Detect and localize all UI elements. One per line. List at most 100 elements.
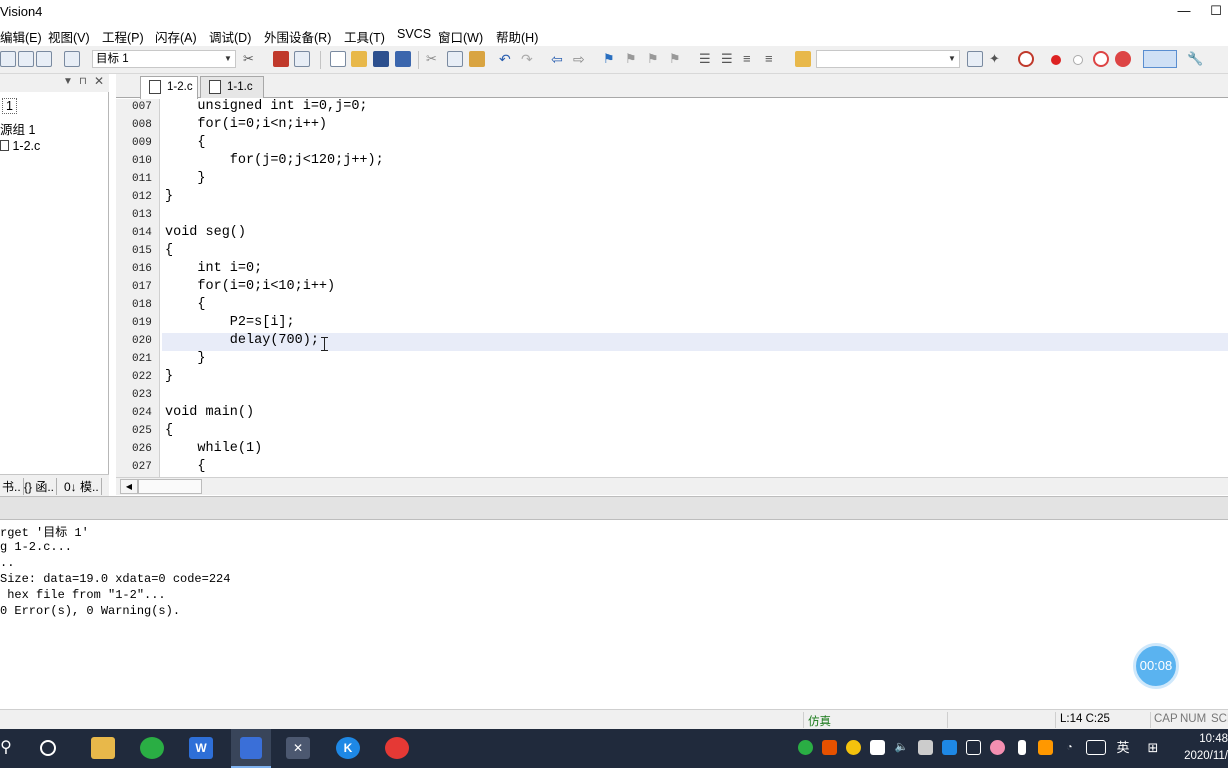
incremental-find-icon[interactable]: ✦ [989,51,1005,67]
navigate-forward-icon[interactable]: ⇨ [573,51,589,67]
simulator-icon[interactable]: ✕ [286,737,310,759]
panel-close-icon[interactable]: ✕ [94,74,104,88]
enable-breakpoint-icon[interactable] [1073,55,1083,65]
code-line[interactable]: } [165,369,173,384]
menu-window[interactable]: 窗口(W) [438,27,483,46]
tray-kugou-icon[interactable] [942,740,957,755]
tab-functions[interactable]: {} 函.. [22,478,58,495]
code-line[interactable]: delay(700); [165,333,319,348]
menu-tools[interactable]: 工具(T) [344,27,385,46]
scroll-left-icon[interactable]: ◀ [120,479,138,494]
uvision-taskbar-icon[interactable] [231,729,271,768]
tray-flower-icon[interactable] [990,740,1005,755]
menu-debug[interactable]: 调试(D) [209,27,251,46]
code-line[interactable]: P2=s[i]; [165,315,295,330]
editor-horizontal-scrollbar[interactable]: ◀ [116,477,1228,495]
clear-bookmarks-icon[interactable]: ⚑ [669,51,685,67]
save-icon[interactable] [373,51,389,67]
bookmark-icon[interactable]: ⚑ [603,51,619,67]
find-in-files-icon[interactable] [795,51,811,67]
target-select[interactable]: 目标 1 ▼ [92,50,236,68]
code-line[interactable]: { [165,297,205,312]
find-icon[interactable] [967,51,983,67]
tray-app-icon[interactable] [1038,740,1053,755]
prev-bookmark-icon[interactable]: ⚑ [625,51,641,67]
tray-window-icon[interactable] [966,740,981,755]
code-editor[interactable]: 007 unsigned int i=0,j=0; 008 for(i=0;i<… [116,99,1228,477]
tray-security-icon[interactable] [870,740,885,755]
menu-peripherals[interactable]: 外围设备(R) [264,27,331,46]
next-bookmark-icon[interactable]: ⚑ [647,51,663,67]
target-options-icon[interactable]: ✂ [243,51,259,67]
translate-icon[interactable] [0,51,16,67]
tree-file-item[interactable]: 1-2.c [0,139,40,153]
menu-edit[interactable]: 编辑(E) [0,27,42,46]
find-combo[interactable]: ▼ [816,50,960,68]
menu-svcs[interactable]: SVCS [397,27,431,41]
uncomment-icon[interactable]: ≡ [765,51,781,67]
open-folder-icon[interactable] [351,51,367,67]
code-line[interactable]: unsigned int i=0,j=0; [165,99,367,114]
chrome-icon[interactable] [385,737,409,759]
debug-session-icon[interactable] [1018,51,1034,67]
search-icon[interactable]: ⚲ [0,737,18,759]
redo-icon[interactable]: ↷ [521,51,537,67]
code-line[interactable]: { [165,423,173,438]
panel-menu-icon[interactable]: ▼ [63,76,73,87]
rebuild-icon[interactable] [36,51,52,67]
new-file-icon[interactable] [330,51,346,67]
code-line[interactable]: void main() [165,405,254,420]
save-all-icon[interactable] [395,51,411,67]
tray-ime-layout-icon[interactable]: ⊞ [1144,740,1162,755]
code-line[interactable]: for(i=0;i<n;i++) [165,117,327,132]
code-line[interactable]: for(i=0;i<10;i++) [165,279,335,294]
tray-keyboard-icon[interactable] [1086,740,1106,755]
undo-icon[interactable]: ↶ [499,51,515,67]
tray-battery-icon[interactable] [918,740,933,755]
code-line[interactable]: int i=0; [165,261,262,276]
tray-volume-icon[interactable]: 🔈 [894,740,909,755]
code-line[interactable]: { [165,243,173,258]
maximize-button[interactable]: ☐ [1204,0,1228,24]
disable-breakpoints-icon[interactable] [1093,51,1109,67]
cut-icon[interactable]: ✂ [426,51,442,67]
tray-ime-language[interactable]: 英 [1114,740,1132,755]
menu-help[interactable]: 帮助(H) [496,27,538,46]
minimize-button[interactable]: — [1164,0,1204,24]
tab-books[interactable]: 书.. [0,478,24,495]
tray-qq-icon[interactable] [846,740,861,755]
code-line[interactable]: { [165,459,205,474]
navigate-back-icon[interactable]: ⇦ [551,51,567,67]
menu-project[interactable]: 工程(P) [102,27,144,46]
tab-1-2-c[interactable]: 1-2.c [140,76,198,99]
configuration-icon[interactable]: 🔧 [1187,51,1203,67]
task-view-icon[interactable] [40,740,56,756]
build-icon[interactable] [18,51,34,67]
code-line[interactable]: } [165,171,205,186]
tray-microphone-icon[interactable] [1018,740,1026,755]
tree-target[interactable]: 1 [2,98,17,114]
code-line[interactable]: } [165,351,205,366]
code-line[interactable]: while(1) [165,441,262,456]
wps-writer-icon[interactable]: W [189,737,213,759]
load-icon[interactable] [64,51,80,67]
window-layout-icon[interactable] [1143,50,1177,68]
output-splitter[interactable] [0,496,1228,520]
indent-icon[interactable]: ☰ [699,51,715,67]
panel-pin-icon[interactable]: ⊓ [79,76,87,87]
tray-wechat-icon[interactable] [798,740,813,755]
kugou-icon[interactable]: K [336,737,360,759]
copy-icon[interactable] [447,51,463,67]
recording-timer[interactable]: 00:08 [1133,643,1179,689]
manage-components-icon[interactable] [273,51,289,67]
code-line[interactable]: { [165,135,205,150]
kill-breakpoints-icon[interactable] [1115,51,1131,67]
taskbar-clock[interactable]: 10:48 2020/11/ [1184,731,1228,765]
code-line[interactable]: void seg() [165,225,246,240]
code-line[interactable]: for(j=0;j<120;j++); [165,153,384,168]
tree-source-group[interactable]: 源组 1 [0,119,35,138]
wechat-icon[interactable] [140,737,164,759]
file-extensions-icon[interactable] [294,51,310,67]
paste-icon[interactable] [469,51,485,67]
menu-view[interactable]: 视图(V) [48,27,90,46]
